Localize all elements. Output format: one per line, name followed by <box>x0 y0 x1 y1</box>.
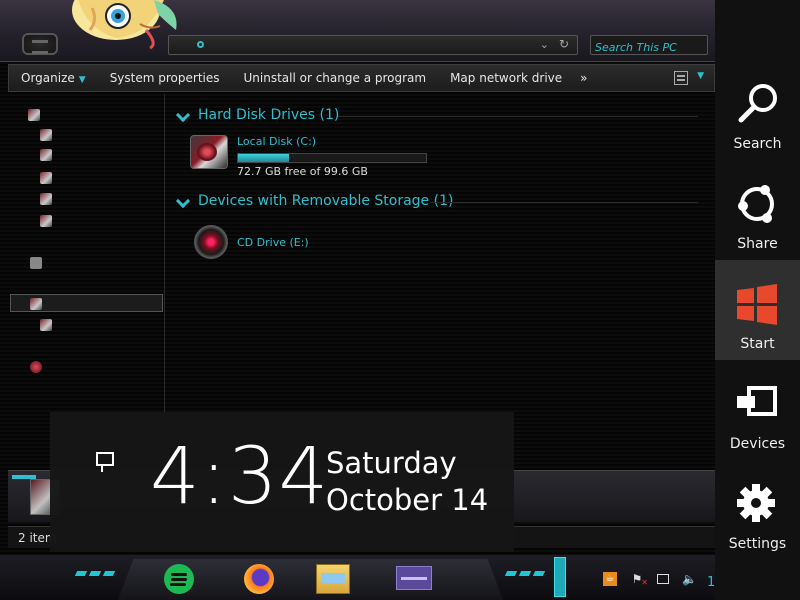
drive-name: CD Drive (E:) <box>237 236 309 249</box>
show-desktop-button[interactable] <box>554 557 566 597</box>
nav-item[interactable] <box>40 146 60 164</box>
group-divider <box>338 116 698 117</box>
map-network-drive-button[interactable]: Map network drive <box>438 64 574 92</box>
taskbar-accent <box>518 571 532 576</box>
charm-start[interactable]: Start <box>715 260 800 360</box>
charm-label: Devices <box>729 436 786 452</box>
uninstall-program-button[interactable]: Uninstall or change a program <box>232 64 439 92</box>
java-icon[interactable]: ☕ <box>603 572 617 586</box>
group-divider <box>430 202 698 203</box>
command-bar: Organize ▼ System properties Uninstall or… <box>8 64 715 92</box>
network-status-icon <box>92 452 114 472</box>
nav-item-this-pc[interactable] <box>30 295 50 313</box>
group-title: Devices with Removable Storage (1) <box>198 193 454 209</box>
hard-disk-icon <box>190 135 228 169</box>
charm-label: Settings <box>728 536 787 552</box>
nav-item[interactable] <box>40 316 60 334</box>
collapse-chevron-icon <box>176 196 190 206</box>
volume-icon[interactable]: 🔈 <box>682 572 697 586</box>
title-bar: ⌄ ↻ <box>0 0 715 62</box>
gear-icon <box>737 484 775 522</box>
charm-label: Start <box>740 336 775 352</box>
organize-button[interactable]: Organize ▼ <box>9 64 98 92</box>
network-icon[interactable] <box>657 574 669 584</box>
drive-item-cd-drive-e[interactable]: CD Drive (E:) <box>194 225 309 259</box>
control-panel-icon[interactable] <box>396 566 432 590</box>
charm-devices[interactable]: Devices <box>715 360 800 460</box>
folder-icon <box>40 172 52 184</box>
system-properties-button[interactable]: System properties <box>98 64 232 92</box>
charm-settings[interactable]: Settings <box>715 460 800 560</box>
drive-free-space: 72.7 GB free of 99.6 GB <box>237 165 368 178</box>
cd-drive-icon <box>194 225 228 259</box>
group-title: Hard Disk Drives (1) <box>198 107 340 123</box>
chevron-down-icon: ▼ <box>78 75 86 85</box>
search-input[interactable] <box>591 38 707 57</box>
clock-time: 4:34 <box>150 432 330 522</box>
this-pc-icon <box>30 298 42 310</box>
address-history-chevron-icon[interactable]: ⌄ <box>540 38 549 51</box>
group-header-hard-disk-drives[interactable]: Hard Disk Drives (1) <box>176 107 339 123</box>
firefox-icon[interactable] <box>244 564 274 594</box>
folder-icon <box>40 149 52 161</box>
charms-bar: Search Share Start Devices Settings <box>715 0 800 600</box>
charm-search[interactable]: Search <box>715 60 800 160</box>
drive-usage-bar <box>237 153 427 163</box>
back-forward-emblem-icon[interactable] <box>22 33 58 55</box>
devices-icon <box>737 386 777 416</box>
taskbar-accent <box>88 571 102 576</box>
clock-day: Saturday <box>326 446 457 480</box>
spotify-icon[interactable] <box>164 564 194 594</box>
nav-item[interactable] <box>40 169 60 187</box>
charm-label: Share <box>737 236 778 252</box>
folder-icon <box>40 129 52 141</box>
windows-logo-icon <box>737 284 777 325</box>
this-pc-breadcrumb-icon <box>197 41 204 48</box>
taskbar-accent <box>74 571 88 576</box>
drive-name: Local Disk (C:) <box>237 135 317 148</box>
charm-label: Search <box>733 136 782 152</box>
quick-access-icon <box>28 109 40 121</box>
folder-icon <box>40 193 52 205</box>
address-bar[interactable]: ⌄ ↻ <box>168 35 578 55</box>
group-header-removable-storage[interactable]: Devices with Removable Storage (1) <box>176 193 453 209</box>
search-icon <box>738 84 777 123</box>
clock-overlay: 4:34 Saturday October 14 <box>50 412 514 552</box>
drive-item-local-disk-c[interactable]: Local Disk (C:) 72.7 GB free of 99.6 GB <box>190 135 427 178</box>
nav-item[interactable] <box>40 212 60 230</box>
taskbar-accent <box>504 571 518 576</box>
charm-share[interactable]: Share <box>715 160 800 260</box>
share-icon <box>738 185 774 223</box>
organize-label: Organize <box>21 71 75 85</box>
nav-item[interactable] <box>40 190 60 208</box>
collapse-chevron-icon <box>176 110 190 120</box>
taskbar: ☕ ⚑ 🔈 1 <box>0 555 715 600</box>
nav-item[interactable] <box>30 254 50 272</box>
nav-item[interactable] <box>28 106 48 124</box>
change-view-icon[interactable] <box>674 71 688 85</box>
refresh-icon[interactable]: ↻ <box>559 37 569 51</box>
drive-icon <box>40 319 52 331</box>
more-commands-button[interactable]: » <box>574 71 593 85</box>
search-box[interactable] <box>590 35 708 57</box>
clock-date: October 14 <box>326 483 489 517</box>
view-options-chevron-icon[interactable]: ▼ <box>697 71 704 81</box>
network-icon <box>30 361 42 373</box>
nav-item[interactable] <box>40 126 60 144</box>
drive-usage-fill <box>238 154 289 162</box>
nav-item-network[interactable] <box>30 358 50 376</box>
folder-icon <box>40 215 52 227</box>
action-center-flag-icon[interactable]: ⚑ <box>630 572 648 590</box>
taskbar-accent <box>532 571 546 576</box>
taskbar-accent <box>102 571 116 576</box>
homegroup-icon <box>30 257 42 269</box>
file-explorer-icon[interactable] <box>316 564 350 594</box>
